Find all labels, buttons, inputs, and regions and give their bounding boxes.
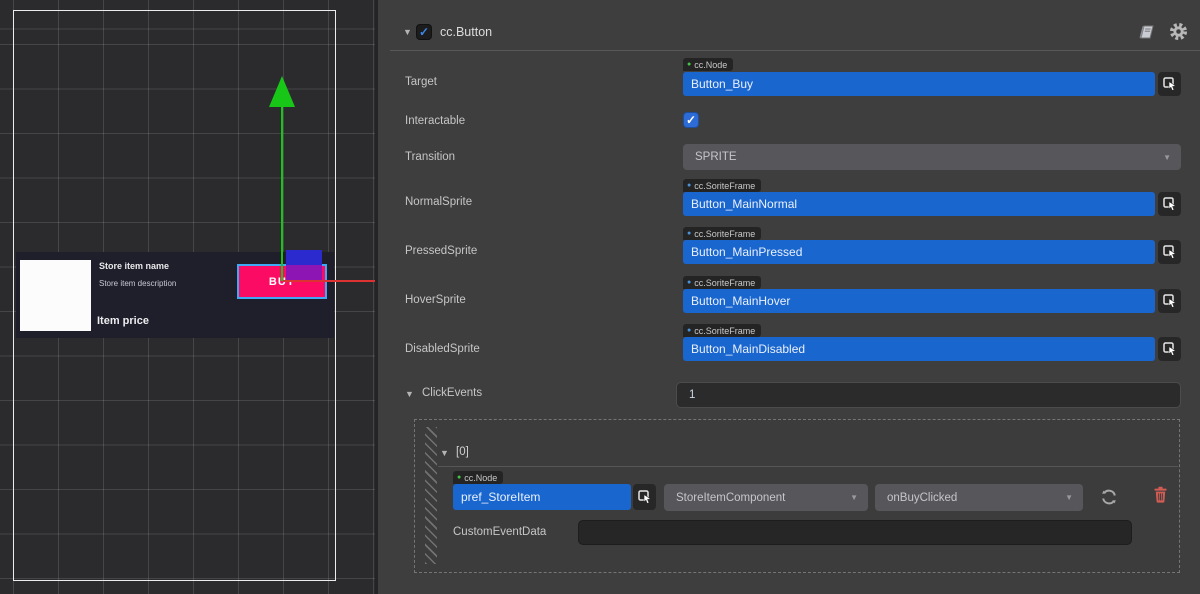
cursor-picker-icon xyxy=(1163,77,1177,91)
settings-gear-icon[interactable] xyxy=(1169,22,1188,46)
component-collapse-icon[interactable]: ▼ xyxy=(403,28,412,37)
inspector-panel: ▼ ✓ cc.Button Target ● cc.Node Button_Bu… xyxy=(378,0,1200,594)
cursor-picker-icon xyxy=(1163,342,1177,356)
store-item-description-label: Store item description xyxy=(99,279,176,288)
help-book-icon[interactable] xyxy=(1136,23,1158,46)
check-icon: ✓ xyxy=(419,25,429,39)
handler-index-label: [0] xyxy=(456,446,469,458)
handler-node-type-badge-text: cc.Node xyxy=(464,473,497,483)
hoversprite-label: HoverSprite xyxy=(405,294,466,306)
hoversprite-type-badge: ● cc.SoriteFrame xyxy=(683,276,761,289)
node-type-dot-icon: ● xyxy=(457,474,461,481)
spriteframe-type-dot-icon: ● xyxy=(687,182,691,189)
handler-method-dropdown[interactable]: onBuyClicked ▼ xyxy=(875,484,1083,511)
component-title: cc.Button xyxy=(440,25,492,39)
clickevents-count-field[interactable]: 1 xyxy=(676,382,1181,408)
node-type-dot-icon: ● xyxy=(687,61,691,68)
pressedsprite-label: PressedSprite xyxy=(405,245,477,257)
chevron-down-icon: ▼ xyxy=(1163,153,1171,162)
disabledsprite-type-badge: ● cc.SoriteFrame xyxy=(683,324,761,337)
normalsprite-type-badge-text: cc.SoriteFrame xyxy=(694,181,755,191)
gizmo-x-axis[interactable] xyxy=(283,280,375,282)
normalsprite-field[interactable]: Button_MainNormal xyxy=(683,192,1155,216)
interactable-checkbox[interactable]: ✓ xyxy=(683,112,699,128)
transition-value: SPRITE xyxy=(695,151,737,163)
spriteframe-type-dot-icon: ● xyxy=(687,279,691,286)
store-item-name-label: Store item name xyxy=(99,261,169,271)
target-picker-button[interactable] xyxy=(1158,72,1181,96)
normalsprite-label: NormalSprite xyxy=(405,196,472,208)
node-handle-overlap xyxy=(286,265,322,280)
customeventdata-input[interactable] xyxy=(578,520,1132,545)
handler-refresh-icon[interactable] xyxy=(1099,487,1119,512)
handler-drag-hatch xyxy=(425,427,437,564)
spriteframe-type-dot-icon: ● xyxy=(687,327,691,334)
transition-label: Transition xyxy=(405,151,455,163)
cursor-picker-icon xyxy=(1163,294,1177,308)
hoversprite-field[interactable]: Button_MainHover xyxy=(683,289,1155,313)
store-item-image-placeholder[interactable] xyxy=(20,260,91,331)
header-divider xyxy=(390,50,1200,51)
gizmo-y-axis-arrow-icon[interactable] xyxy=(269,76,295,107)
spriteframe-type-dot-icon: ● xyxy=(687,230,691,237)
handler-collapse-icon[interactable]: ▼ xyxy=(440,449,449,458)
transition-dropdown[interactable]: SPRITE ▼ xyxy=(683,144,1181,170)
disabledsprite-label: DisabledSprite xyxy=(405,343,480,355)
normalsprite-type-badge: ● cc.SoriteFrame xyxy=(683,179,761,192)
handler-method-value: onBuyClicked xyxy=(887,492,957,504)
clickevents-collapse-icon[interactable]: ▼ xyxy=(405,390,414,399)
handler-node-field[interactable]: pref_StoreItem xyxy=(453,484,631,510)
node-handle-rect[interactable] xyxy=(286,250,322,265)
pressedsprite-type-badge: ● cc.SoriteFrame xyxy=(683,227,761,240)
pressedsprite-type-badge-text: cc.SoriteFrame xyxy=(694,229,755,239)
disabledsprite-picker-button[interactable] xyxy=(1158,337,1181,361)
check-icon: ✓ xyxy=(686,113,696,127)
target-node-field[interactable]: Button_Buy xyxy=(683,72,1155,96)
pressedsprite-picker-button[interactable] xyxy=(1158,240,1181,264)
target-label: Target xyxy=(405,76,437,88)
disabledsprite-field[interactable]: Button_MainDisabled xyxy=(683,337,1155,361)
pressedsprite-field[interactable]: Button_MainPressed xyxy=(683,240,1155,264)
handler-divider xyxy=(438,466,1178,467)
customeventdata-label: CustomEventData xyxy=(453,526,546,538)
handler-node-type-badge: ● cc.Node xyxy=(453,471,503,484)
handler-node-picker-button[interactable] xyxy=(633,484,656,510)
interactable-label: Interactable xyxy=(405,115,465,127)
cursor-picker-icon xyxy=(638,490,652,504)
scene-view: Store item name Store item description I… xyxy=(0,0,375,594)
chevron-down-icon: ▼ xyxy=(850,493,858,502)
target-type-badge-text: cc.Node xyxy=(694,60,727,70)
cursor-picker-icon xyxy=(1163,197,1177,211)
gizmo-y-axis[interactable] xyxy=(281,104,283,281)
component-enabled-checkbox[interactable]: ✓ xyxy=(416,24,432,40)
hoversprite-type-badge-text: cc.SoriteFrame xyxy=(694,278,755,288)
normalsprite-picker-button[interactable] xyxy=(1158,192,1181,216)
handler-delete-trash-icon[interactable] xyxy=(1153,486,1168,508)
target-type-badge: ● cc.Node xyxy=(683,58,733,71)
disabledsprite-type-badge-text: cc.SoriteFrame xyxy=(694,326,755,336)
cursor-picker-icon xyxy=(1163,245,1177,259)
hoversprite-picker-button[interactable] xyxy=(1158,289,1181,313)
handler-component-value: StoreItemComponent xyxy=(676,492,785,504)
store-item-price-label: Item price xyxy=(97,315,149,327)
clickevents-label: ClickEvents xyxy=(422,387,482,399)
chevron-down-icon: ▼ xyxy=(1065,493,1073,502)
handler-component-dropdown[interactable]: StoreItemComponent ▼ xyxy=(664,484,868,511)
